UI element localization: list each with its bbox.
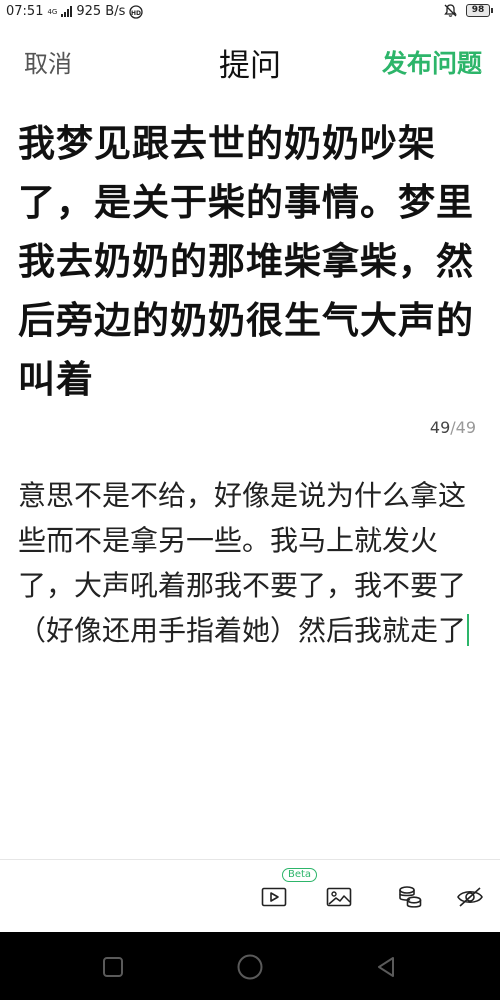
mute-bell-icon [444,4,457,17]
status-time: 07:51 [6,4,44,19]
description-text: 意思不是不给，好像是说为什么拿这些而不是拿另一些。我马上就发火了，大声吼着那我不… [18,479,467,647]
char-count-max: 49 [455,418,476,437]
recents-button[interactable] [98,952,128,982]
status-bar: 07:51 4G 925 B/s HD 98 [0,0,500,24]
system-nav-bar [0,932,500,1000]
text-cursor [467,614,470,646]
circle-icon [237,954,263,980]
question-input[interactable]: 我梦见跟去世的奶奶吵架了，是关于柴的事情。梦里我去奶奶的那堆柴拿柴，然后旁边的奶… [18,114,478,409]
insert-image-button[interactable] [322,882,356,912]
anonymous-toggle-button[interactable] [453,882,487,912]
network-speed: 925 B/s [76,4,126,19]
coins-icon [399,886,422,908]
battery-icon: 98 [466,4,493,17]
hd-icon: HD [129,4,144,19]
square-icon [103,957,123,977]
back-triangle-icon [378,957,394,977]
network-type: 4G [47,7,58,16]
image-icon [326,887,352,907]
reward-coins-button[interactable] [393,882,427,912]
header-bar: 取消 提问 发布问题 [0,36,500,84]
insert-video-button[interactable] [257,882,291,912]
publish-question-button[interactable]: 发布问题 [382,44,482,80]
hide-eye-icon [457,887,483,907]
description-input[interactable]: 意思不是不给，好像是说为什么拿这些而不是拿另一些。我马上就发火了，大声吼着那我不… [18,473,478,653]
bottom-toolbar [0,860,500,932]
back-button[interactable] [371,952,401,982]
character-counter: 49/49 [430,418,476,437]
signal-icon [61,6,73,17]
video-icon [261,887,287,907]
home-button[interactable] [235,952,265,982]
char-count-current: 49 [429,418,451,437]
svg-text:HD: HD [131,10,141,17]
